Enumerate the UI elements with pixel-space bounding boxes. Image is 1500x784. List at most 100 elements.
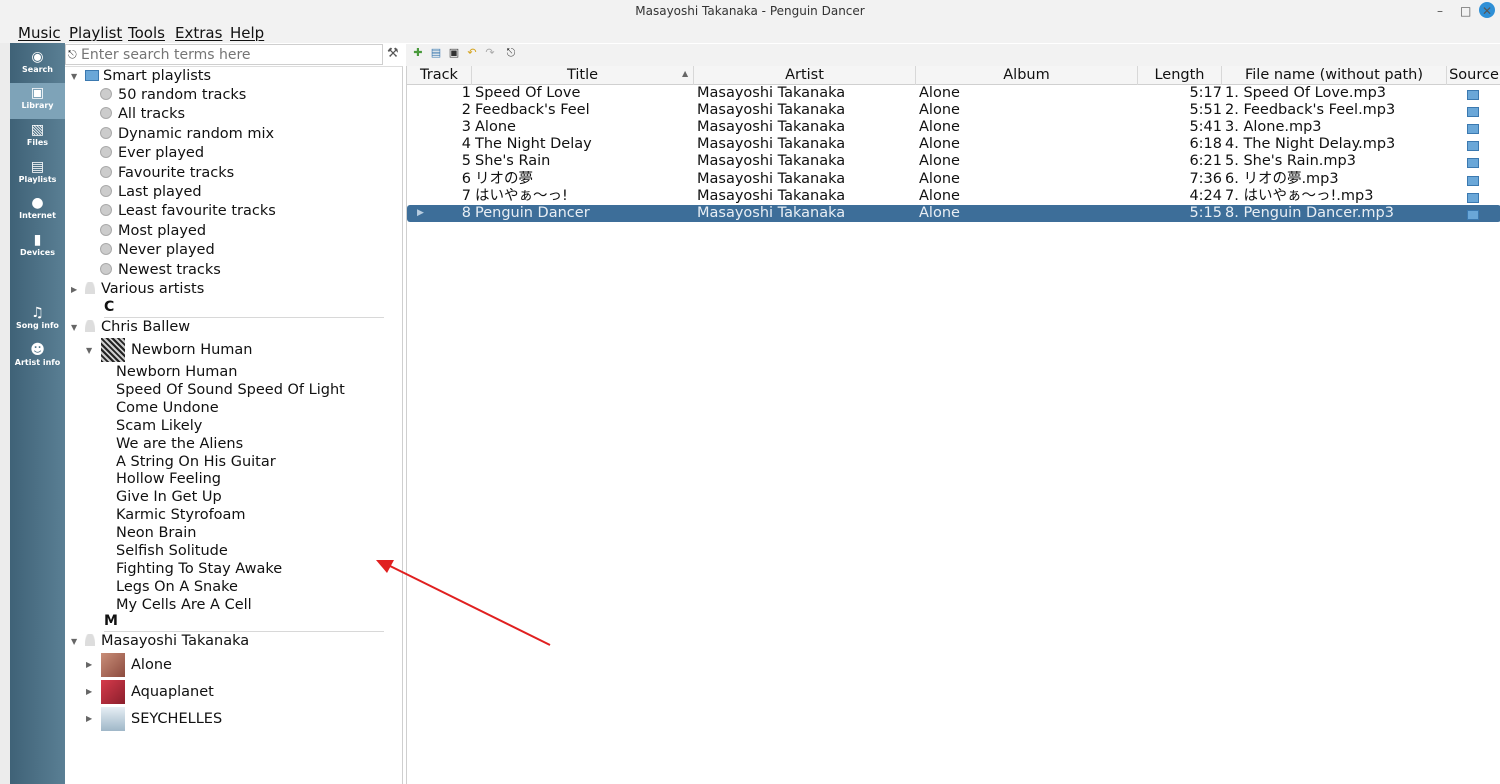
tab-artist-info[interactable]: ☻ Artist info [10,340,65,376]
undo-icon[interactable]: ↶ [465,46,479,60]
menu-tools[interactable]: Tools [128,23,165,43]
tab-files[interactable]: ▧ Files [10,120,65,156]
tab-song-info[interactable]: ♫ Song info [10,303,65,339]
tree-artist-chris-ballew[interactable]: Chris Ballew [85,318,190,337]
maximize-icon[interactable]: □ [1460,2,1471,20]
playlist-row[interactable]: 6 リオの夢 Masayoshi Takanaka Alone 7:36 6. リオの夢.… [407,171,1500,188]
column-header-album[interactable]: Album [916,66,1138,85]
tree-track[interactable]: Give In Get Up [116,488,222,507]
tree-smart-playlist-item[interactable]: Most played [100,222,206,241]
redo-icon[interactable]: ↷ [483,46,497,60]
tree-track[interactable]: Fighting To Stay Awake [116,560,282,579]
tree-track[interactable]: We are the Aliens [116,435,243,454]
tree-track[interactable]: Legs On A Snake [116,578,238,597]
tree-track[interactable]: Scam Likely [116,417,202,436]
song-info-icon: ♫ [31,305,44,321]
smart-playlist-icon [100,166,112,178]
smart-playlist-icon [100,243,112,255]
minimize-icon[interactable]: – [1437,2,1443,20]
library-config-icon[interactable]: ⚒ [387,46,399,61]
tree-smart-playlist-item[interactable]: 50 random tracks [100,86,246,105]
playlist-row[interactable]: 4 The Night Delay Masayoshi Takanaka Alone 6… [407,136,1500,153]
tree-smart-playlist-item[interactable]: Last played [100,183,202,202]
column-header-filename[interactable]: File name (without path) [1222,66,1447,85]
tree-album-newborn-human[interactable]: Newborn Human [101,337,253,363]
cell-album: Alone [919,119,960,136]
playlist-header: Track Title ▲ Artist Album Length File n… [407,66,1500,85]
tree-track[interactable]: Neon Brain [116,524,196,543]
expand-arrow-icon[interactable]: ▼ [71,67,77,86]
playlist-row-current[interactable]: ▶ 8 Penguin Dancer Masayoshi Takanaka Alone 5… [407,204,1500,222]
expand-arrow-icon[interactable]: ▼ [71,632,77,651]
tab-playlists[interactable]: ▤ Playlists [10,157,65,193]
tree-various-artists[interactable]: Various artists [85,280,204,299]
menu-help[interactable]: Help [230,23,264,43]
tab-internet[interactable]: ● Internet [10,193,65,229]
cell-length: 7:36 [1189,170,1222,187]
tab-devices[interactable]: ▮ Devices [10,230,65,266]
cell-track: 5 [461,153,471,170]
menu-music[interactable]: Music [18,23,61,43]
sort-ascending-icon: ▲ [682,69,689,78]
expand-arrow-icon[interactable]: ▼ [86,341,92,360]
tree-track[interactable]: Selfish Solitude [116,542,228,561]
cell-title: Speed Of Love [475,85,581,101]
load-playlist-icon[interactable]: ▤ [429,46,443,60]
column-header-length[interactable]: Length [1138,66,1222,85]
playlist-row[interactable]: 5 She's Rain Masayoshi Takanaka Alone 6:21 5.… [407,153,1500,170]
cell-track: 4 [461,136,471,153]
playlist-row[interactable]: 2 Feedback's Feel Masayoshi Takanaka Alone 5… [407,102,1500,119]
tree-track[interactable]: Hollow Feeling [116,470,221,489]
tree-track[interactable]: My Cells Are A Cell [116,596,252,615]
cell-album: Alone [919,136,960,153]
tree-album-aquaplanet[interactable]: Aquaplanet [101,679,214,705]
tree-smart-playlists[interactable]: Smart playlists [85,67,211,86]
menu-playlist[interactable]: Playlist [69,23,122,43]
tree-smart-playlist-item[interactable]: Least favourite tracks [100,202,276,221]
playlist-row[interactable]: 3 Alone Masayoshi Takanaka Alone 5:41 3. Alon… [407,119,1500,136]
tree-smart-playlist-item[interactable]: Never played [100,241,215,260]
search-clear-icon: ⎋ [68,48,77,61]
playlist-row[interactable]: 1 Speed Of Love Masayoshi Takanaka Alone 5:1… [407,85,1500,102]
library-toolbar: ⎋ ⚒ [65,44,405,66]
column-header-source[interactable]: Source [1447,66,1500,85]
collapse-arrow-icon[interactable]: ▶ [86,709,92,728]
search-input[interactable] [81,46,379,63]
tree-artist-masayoshi-takanaka[interactable]: Masayoshi Takanaka [85,632,249,651]
tree-track[interactable]: Come Undone [116,399,219,418]
close-icon[interactable]: ✕ [1479,2,1495,18]
tree-smart-playlist-item[interactable]: Newest tracks [100,261,221,280]
tree-smart-playlist-item[interactable]: Favourite tracks [100,164,234,183]
window-title: Masayoshi Takanaka - Penguin Dancer [635,4,865,18]
column-header-title[interactable]: Title [472,66,694,85]
devices-icon: ▮ [33,232,42,248]
cell-length: 5:15 [1189,204,1222,221]
tree-track[interactable]: Speed Of Sound Speed Of Light [116,381,345,400]
tab-library[interactable]: ▣ Library [10,83,65,119]
menu-extras[interactable]: Extras [175,23,222,43]
tree-album-alone[interactable]: Alone [101,652,172,678]
tab-search[interactable]: ◉ Search [10,47,65,83]
tree-track[interactable]: Karmic Styrofoam [116,506,246,525]
artist-icon [85,634,95,646]
tree-album-seychelles[interactable]: SEYCHELLES [101,706,222,732]
cell-length: 6:18 [1189,136,1222,153]
collapse-arrow-icon[interactable]: ▶ [86,655,92,674]
column-header-track[interactable]: Track [407,66,472,85]
tree-track[interactable]: Newborn Human [116,363,238,382]
save-playlist-icon[interactable]: ▣ [447,46,461,60]
tree-smart-playlist-item[interactable]: Dynamic random mix [100,125,274,144]
tree-smart-playlist-item[interactable]: Ever played [100,144,204,163]
tree-smart-playlist-item[interactable]: All tracks [100,105,185,124]
expand-arrow-icon[interactable]: ▼ [71,318,77,337]
playlist-row[interactable]: 7 はいやぁ～っ! Masayoshi Takanaka Alone 4:24 7. はい… [407,188,1500,205]
new-playlist-icon[interactable]: ✚ [411,46,425,60]
library-tree: ▼ Smart playlists 50 random tracks All t… [65,66,403,784]
collapse-arrow-icon[interactable]: ▶ [86,682,92,701]
column-header-artist[interactable]: Artist [694,66,916,85]
cell-title: リオの夢 [475,170,533,187]
smart-playlist-icon [100,263,112,275]
album-cover-icon [101,680,125,704]
collapse-arrow-icon[interactable]: ▶ [71,280,77,299]
playlist-filter-icon[interactable]: ⎋ [504,46,518,60]
